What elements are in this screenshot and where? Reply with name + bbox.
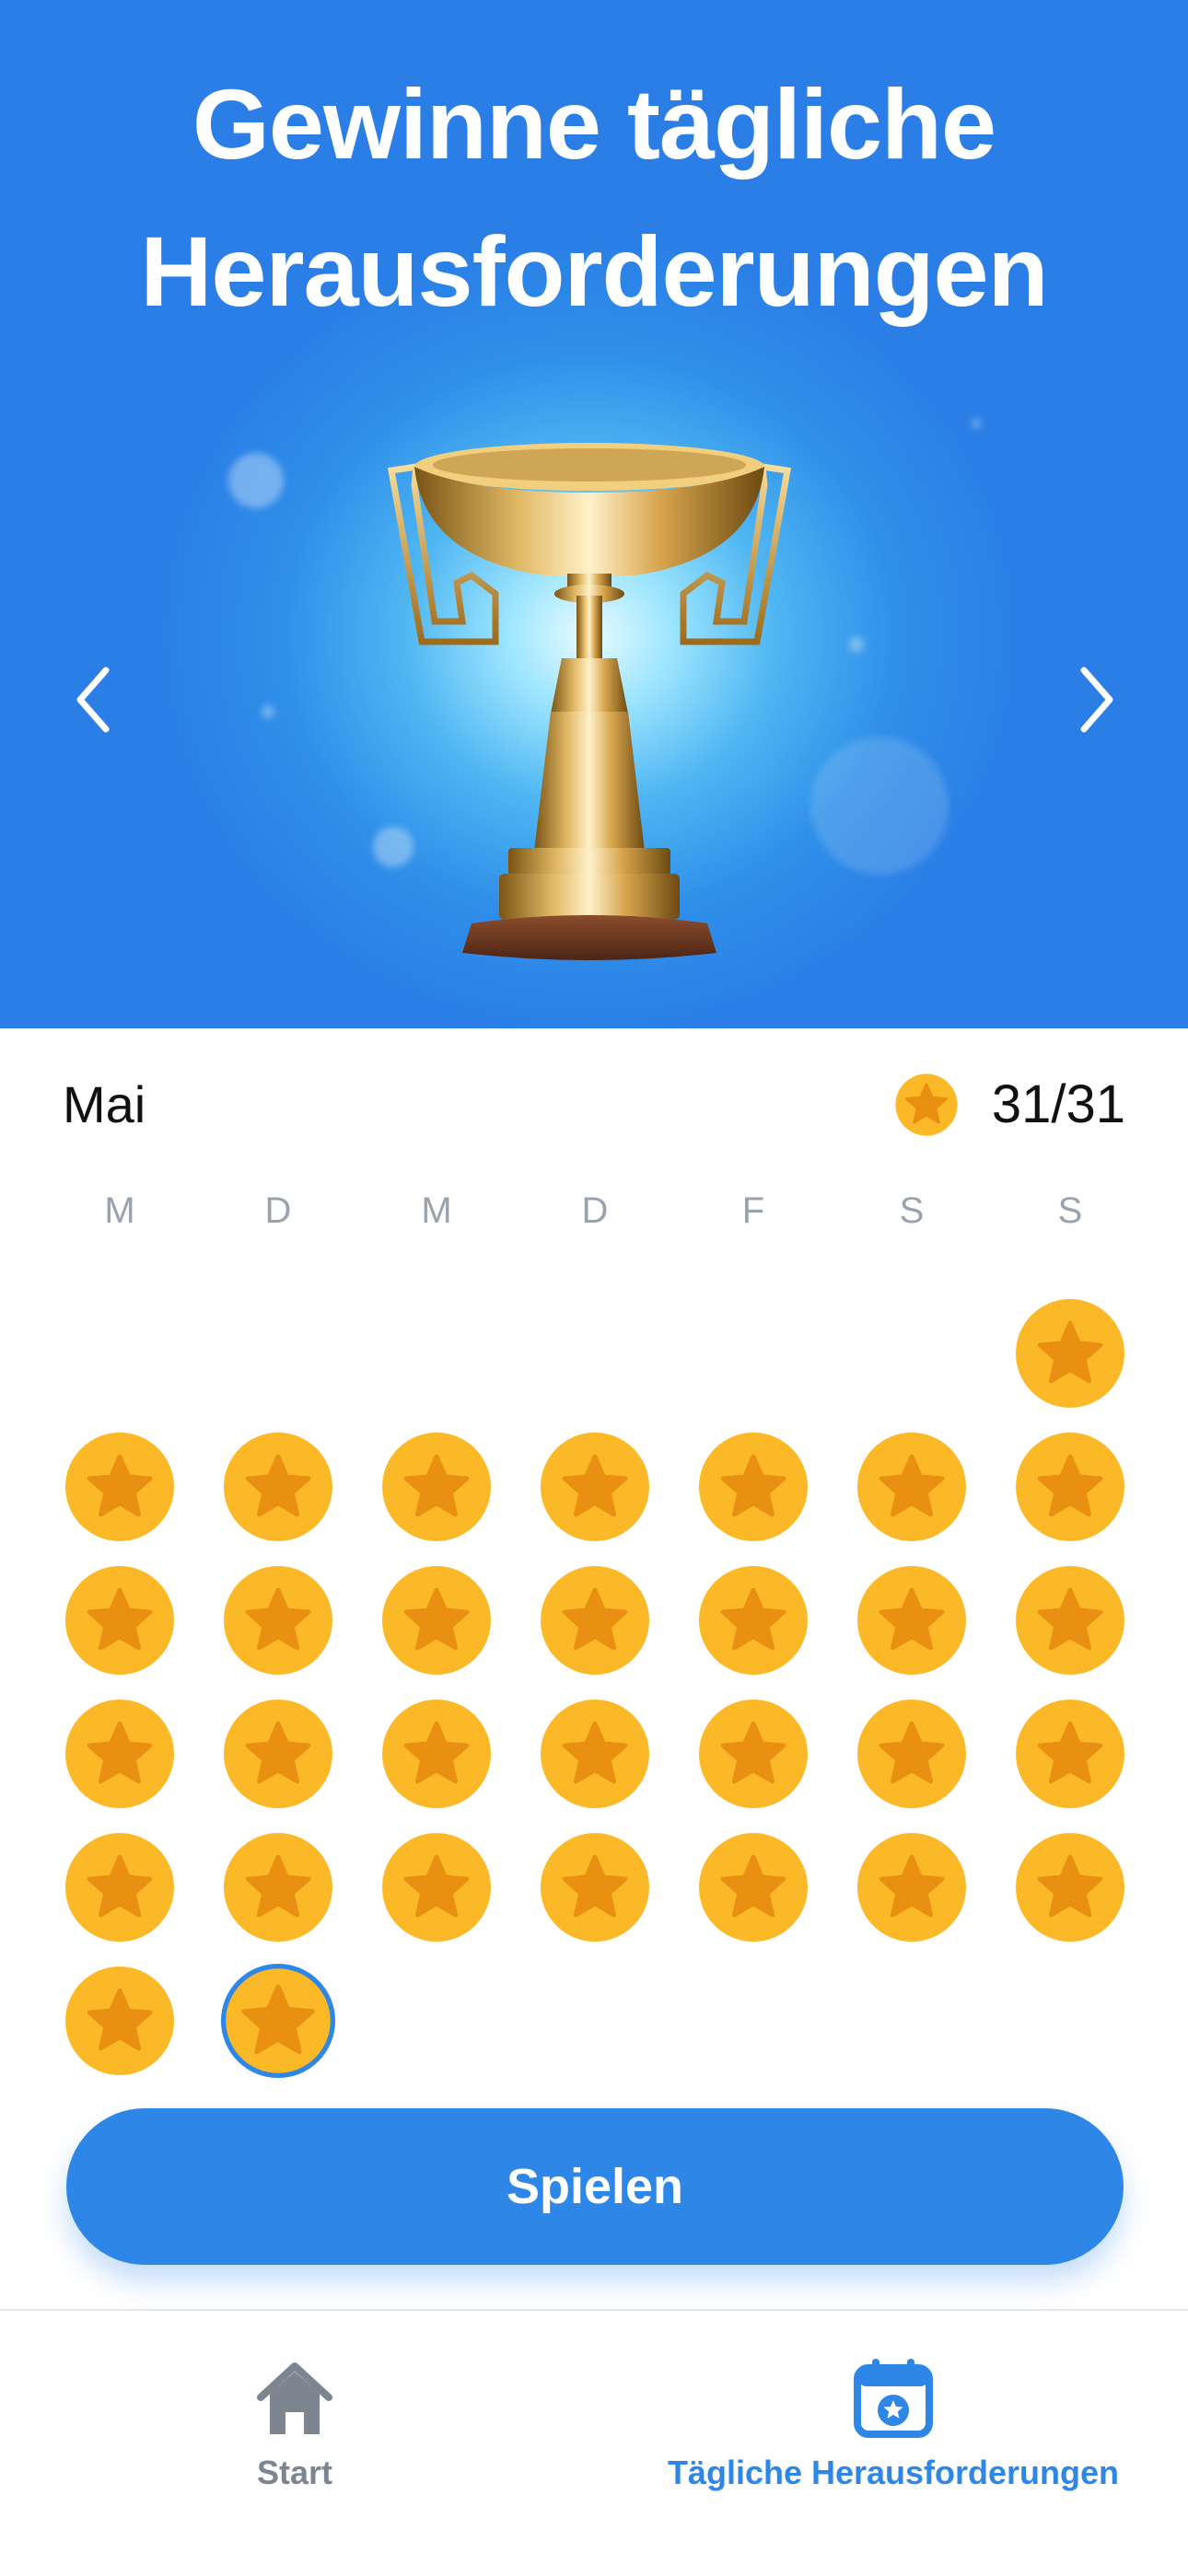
star-coin-icon [382, 1566, 491, 1675]
bokeh-light [228, 453, 284, 508]
progress-counter: 31/31 [894, 1073, 1125, 1137]
weekday-label: S [899, 1190, 925, 1231]
calendar-day[interactable] [382, 1700, 491, 1808]
star-coin-icon [224, 1566, 332, 1675]
calendar-day[interactable] [224, 1700, 332, 1808]
star-coin-icon [65, 1433, 174, 1541]
calendar-star-icon [854, 2359, 933, 2438]
calendar-day[interactable] [699, 1566, 808, 1675]
star-coin-icon [382, 1700, 491, 1808]
bokeh-light [262, 705, 274, 718]
star-coin-icon [1016, 1566, 1124, 1675]
calendar-day[interactable] [541, 1433, 649, 1541]
calendar-day[interactable] [382, 1566, 491, 1675]
tab-start[interactable]: Start [203, 2357, 387, 2493]
weekday-label: S [1057, 1190, 1083, 1231]
star-coin-icon [857, 1566, 966, 1675]
month-label: Mai [63, 1075, 146, 1133]
star-coin-icon [541, 1433, 649, 1541]
title-line-1: Gewinne tägliche [192, 68, 996, 180]
star-coin-icon [1016, 1700, 1124, 1808]
star-coin-icon [65, 1833, 174, 1942]
calendar-day[interactable] [541, 1833, 649, 1942]
star-coin-icon [1016, 1299, 1124, 1408]
bokeh-light [849, 637, 864, 652]
star-coin-icon [224, 1433, 332, 1541]
chevron-right-icon [1080, 667, 1113, 733]
calendar-day-today[interactable] [217, 1960, 339, 2082]
star-coin-icon [699, 1566, 808, 1675]
star-coin-icon [224, 1700, 332, 1808]
star-coin-icon [1016, 1833, 1124, 1942]
calendar-day[interactable] [541, 1700, 649, 1808]
star-coin-icon [220, 1963, 336, 2079]
tab-daily-challenges[interactable]: Tägliche Herausforderungen [663, 2357, 1124, 2493]
weekday-label: D [264, 1190, 292, 1231]
calendar-day[interactable] [65, 1833, 174, 1942]
chevron-left-icon [76, 667, 110, 733]
star-coin-icon [65, 1700, 174, 1808]
tab-daily-challenges-label: Tägliche Herausforderungen [667, 2454, 1120, 2491]
weekday-label: F [741, 1190, 765, 1231]
title-line-2: Herausforderungen [140, 215, 1048, 327]
calendar-day[interactable] [699, 1700, 808, 1808]
star-coin-icon [541, 1566, 649, 1675]
tab-start-label: Start [256, 2454, 333, 2491]
calendar-day[interactable] [699, 1433, 808, 1541]
star-coin-icon [382, 1433, 491, 1541]
hero-banner: Gewinne tägliche Herausforderungen [0, 0, 1188, 1028]
tab-bar: Start Tägliche Herausforderungen [0, 2309, 1188, 2576]
star-coin-icon [857, 1833, 966, 1942]
calendar-day[interactable] [1016, 1833, 1124, 1942]
star-coin-icon [541, 1833, 649, 1942]
star-coin-icon [224, 1833, 332, 1942]
star-coin-icon [699, 1700, 808, 1808]
star-coin-icon [382, 1833, 491, 1942]
calendar-day[interactable] [65, 1566, 174, 1675]
next-month-button[interactable] [1059, 663, 1133, 737]
calendar-day[interactable] [382, 1833, 491, 1942]
calendar-day[interactable] [1016, 1299, 1124, 1408]
star-coin-icon [65, 1967, 174, 2075]
calendar-day[interactable] [857, 1433, 966, 1541]
star-coin-icon [857, 1433, 966, 1541]
calendar-day[interactable] [857, 1700, 966, 1808]
bokeh-light [972, 419, 981, 428]
star-coin-icon [65, 1566, 174, 1675]
star-coin-icon [541, 1700, 649, 1808]
weekday-label: M [104, 1190, 135, 1231]
calendar-day[interactable] [857, 1566, 966, 1675]
calendar-day[interactable] [382, 1433, 491, 1541]
bokeh-light [810, 737, 949, 875]
calendar-day[interactable] [1016, 1700, 1124, 1808]
weekday-label: M [421, 1190, 452, 1231]
page-title: Gewinne tägliche Herausforderungen [0, 51, 1188, 345]
star-coin-icon [699, 1833, 808, 1942]
play-button[interactable]: Spielen [66, 2108, 1124, 2265]
previous-month-button[interactable] [57, 663, 131, 737]
weekday-label: D [581, 1190, 609, 1231]
calendar-day[interactable] [224, 1433, 332, 1541]
calendar-day[interactable] [1016, 1433, 1124, 1541]
star-coin-icon [857, 1700, 966, 1808]
calendar-day[interactable] [857, 1833, 966, 1942]
calendar-day[interactable] [224, 1833, 332, 1942]
home-icon [257, 2362, 332, 2434]
calendar-day[interactable] [65, 1967, 174, 2075]
month-header: Mai 31/31 [63, 1073, 1125, 1137]
star-coin-icon [895, 1073, 958, 1136]
calendar-day[interactable] [699, 1833, 808, 1942]
calendar-day[interactable] [1016, 1566, 1124, 1675]
calendar-day[interactable] [541, 1566, 649, 1675]
star-coin-icon [699, 1433, 808, 1541]
calendar-day[interactable] [65, 1433, 174, 1541]
calendar-day[interactable] [65, 1700, 174, 1808]
progress-text: 31/31 [991, 1074, 1125, 1134]
calendar-day[interactable] [224, 1566, 332, 1675]
weekday-header: M D M D F S S [66, 1183, 1125, 1238]
star-coin-icon [1016, 1433, 1124, 1541]
trophy-icon [387, 443, 792, 960]
